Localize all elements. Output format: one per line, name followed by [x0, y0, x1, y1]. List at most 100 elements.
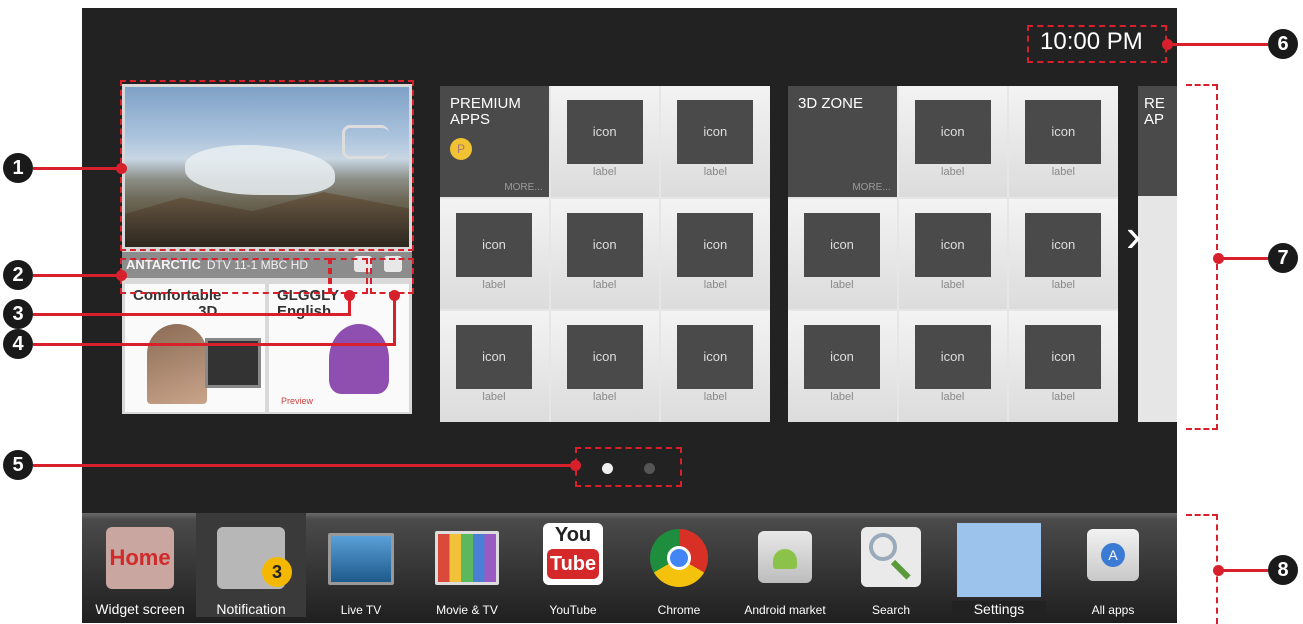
search-icon — [861, 527, 921, 587]
callout-vline-4 — [393, 294, 396, 346]
launcher-label: Notification — [216, 601, 286, 617]
launcher-bar: Home Widget screen 3 Notification Live T… — [82, 513, 1177, 623]
launcher-label: Movie & TV — [436, 603, 498, 617]
callout-number-7: 7 — [1268, 243, 1298, 273]
chrome-icon — [650, 529, 708, 587]
launcher-item-chrome[interactable]: Chrome — [624, 519, 734, 617]
launcher-item-search[interactable]: Search — [836, 519, 946, 617]
app-tile[interactable]: icon label — [550, 311, 660, 422]
app-tile[interactable]: icon label — [661, 311, 770, 422]
launcher-label: Settings — [952, 601, 1046, 617]
launcher-item-widget-screen[interactable]: Home Widget screen — [85, 519, 195, 617]
callout-dot-1 — [116, 163, 127, 174]
app-tile[interactable]: icon label — [550, 198, 660, 310]
app-tile[interactable]: icon label — [550, 86, 660, 197]
thumbnail-3d[interactable]: Comfortable 3D — [125, 284, 265, 412]
launcher-item-all-apps[interactable]: A All apps — [1058, 519, 1168, 617]
callout-number-1: 1 — [3, 153, 33, 183]
app-tile[interactable]: icon label — [898, 86, 1008, 197]
premium-medal-icon: P — [450, 138, 472, 160]
app-tile[interactable]: icon label — [1009, 86, 1118, 197]
android-market-icon — [758, 531, 812, 583]
home-icon: Home — [106, 527, 174, 589]
callout-dot-6 — [1162, 39, 1173, 50]
app-label: label — [941, 166, 965, 178]
callout-dot-7 — [1213, 253, 1224, 264]
recommended-apps-panel[interactable]: RE AP — [1138, 86, 1177, 422]
app-icon: icon — [456, 212, 532, 277]
app-label: label — [1051, 166, 1075, 178]
panel-title-2: AP — [1144, 111, 1165, 128]
premium-apps-header[interactable]: PREMIUM APPS P MORE... — [440, 86, 549, 197]
thumbnail-english[interactable]: GLGGLY English Preview — [269, 284, 409, 412]
app-tile[interactable]: icon label — [440, 311, 549, 422]
tv-icon — [328, 533, 394, 585]
app-icon: icon — [456, 325, 532, 390]
callout-number-5: 5 — [3, 450, 33, 480]
more-link[interactable]: MORE... — [504, 182, 542, 193]
app-icon: icon — [1025, 325, 1102, 390]
more-link[interactable]: MORE... — [852, 182, 890, 193]
launcher-item-live-tv[interactable]: Live TV — [306, 519, 416, 617]
callout-dot-4 — [389, 290, 400, 301]
all-apps-icon: A — [1087, 529, 1139, 581]
app-icon: icon — [1025, 100, 1102, 164]
panel-title: 3D ZONE — [798, 95, 864, 112]
app-label: label — [703, 166, 727, 178]
launcher-item-notification[interactable]: 3 Notification — [196, 513, 306, 617]
launcher-item-youtube[interactable]: You Tube YouTube — [518, 519, 628, 617]
callout-line-2 — [33, 274, 121, 277]
launcher-item-movie-tv[interactable]: Movie & TV — [412, 519, 522, 617]
3d-zone-header[interactable]: 3D ZONE MORE... — [788, 86, 897, 197]
app-tile[interactable]: icon label — [788, 198, 897, 310]
callout-number-3: 3 — [3, 299, 33, 329]
app-label: label — [830, 278, 854, 291]
app-icon: icon — [914, 325, 991, 390]
launcher-item-settings[interactable]: Settings — [942, 519, 1056, 617]
app-icon: icon — [914, 212, 991, 277]
app-icon: icon — [804, 325, 880, 390]
app-icon: icon — [677, 100, 754, 164]
app-tile[interactable]: icon label — [440, 198, 549, 310]
app-label: label — [941, 278, 965, 291]
app-tile[interactable]: icon label — [1009, 311, 1118, 422]
callout-frame-6 — [1027, 25, 1167, 63]
app-tile[interactable]: icon label — [1009, 198, 1118, 310]
app-icon: icon — [1025, 212, 1102, 277]
chevron-right-icon[interactable]: › — [1126, 208, 1141, 262]
youtube-icon: You Tube — [543, 523, 603, 585]
callout-frame-3 — [330, 258, 368, 294]
app-icon: icon — [566, 100, 643, 164]
app-icon: icon — [677, 212, 754, 277]
launcher-label: Live TV — [340, 603, 382, 617]
launcher-item-android-market[interactable]: Android market — [730, 519, 840, 617]
app-tile[interactable]: icon label — [788, 311, 897, 422]
notification-badge: 3 — [262, 557, 292, 587]
callout-number-6: 6 — [1268, 29, 1298, 59]
app-icon: icon — [677, 325, 754, 390]
launcher-label: Chrome — [657, 603, 701, 617]
callout-line-1 — [33, 167, 121, 170]
launcher-label: All apps — [1091, 603, 1135, 617]
app-label: label — [482, 391, 506, 404]
panel-title: PREMIUM — [450, 95, 521, 112]
app-tile[interactable]: icon label — [661, 86, 770, 197]
app-tile[interactable]: icon label — [661, 198, 770, 310]
app-label: label — [593, 166, 617, 178]
callout-line-4 — [33, 343, 395, 346]
app-label: label — [482, 278, 506, 291]
dinosaur-image — [329, 324, 389, 394]
app-tile[interactable]: icon label — [898, 311, 1008, 422]
app-label: label — [703, 391, 727, 404]
launcher-label: Widget screen — [95, 601, 185, 617]
app-label: label — [941, 391, 965, 404]
app-icon: icon — [804, 212, 880, 277]
premium-apps-panel: PREMIUM APPS P MORE... icon label icon labe… — [440, 86, 770, 422]
app-label: label — [703, 278, 727, 291]
callout-frame-2 — [120, 258, 330, 294]
app-icon: icon — [566, 325, 643, 390]
app-tile[interactable]: icon label — [898, 198, 1008, 310]
app-label: label — [593, 391, 617, 404]
panel-title: RE — [1144, 95, 1165, 112]
callout-line-3 — [33, 313, 350, 316]
